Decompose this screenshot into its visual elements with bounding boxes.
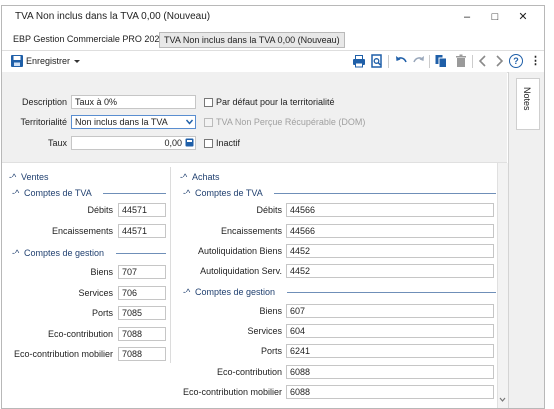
achats-autoliq-serv-label: Autoliquidation Serv.: [200, 266, 282, 276]
rate-input[interactable]: 0,00: [71, 136, 196, 150]
title-bar: TVA Non inclus dans la TVA 0,00 (Nouveau…: [2, 6, 544, 28]
inactive-checkbox[interactable]: [204, 139, 213, 148]
achats-ports-input[interactable]: 6241: [286, 344, 494, 358]
ventes-biens-input[interactable]: 707: [118, 265, 166, 279]
window-title: TVA Non inclus dans la TVA 0,00 (Nouveau…: [15, 11, 211, 22]
document-window: TVA Non inclus dans la TVA 0,00 (Nouveau…: [1, 5, 545, 409]
toolbar: Enregistrer ? ⋮: [2, 51, 544, 73]
achats-encaissements-label: Encaissements: [220, 226, 282, 236]
tab-ebp-gestion[interactable]: EBP Gestion Commerciale PRO 2021: [9, 32, 168, 46]
ventes-encaissements-label: Encaissements: [51, 226, 113, 236]
achats-debits-label: Débits: [256, 205, 282, 215]
more-options-icon[interactable]: ⋮: [530, 54, 541, 67]
achats-biens-input[interactable]: 607: [286, 304, 494, 318]
achats-eco-mobilier-label: Eco-contribution mobilier: [182, 387, 282, 397]
ventes-gestion-collapse-toggle[interactable]: -^: [12, 248, 19, 258]
scroll-down-icon[interactable]: [498, 395, 507, 404]
achats-autoliq-biens-input[interactable]: 4452: [286, 244, 494, 258]
minimize-button[interactable]: –: [457, 9, 477, 25]
section-divider: [116, 253, 166, 254]
print-icon[interactable]: [352, 54, 366, 68]
ventes-eco-input[interactable]: 7088: [118, 327, 166, 341]
duplicate-icon[interactable]: [434, 54, 448, 68]
tva-non-percue-checkbox[interactable]: [204, 118, 213, 127]
toolbar-separator: [388, 55, 389, 68]
ventes-eco-label: Eco-contribution: [47, 329, 113, 339]
ventes-comptes-tva-title: Comptes de TVA: [24, 188, 92, 198]
achats-title: Achats: [192, 172, 220, 182]
territoriality-label: Territorialité: [20, 117, 67, 127]
ventes-debits-input[interactable]: 44571: [118, 203, 166, 217]
previous-icon[interactable]: [476, 54, 490, 68]
achats-encaissements-input[interactable]: 44566: [286, 224, 494, 238]
achats-biens-label: Biens: [259, 306, 282, 316]
ventes-eco-mobilier-label: Eco-contribution mobilier: [13, 349, 113, 359]
maximize-button[interactable]: □: [485, 9, 505, 25]
ventes-services-label: Services: [78, 288, 113, 298]
save-icon[interactable]: [10, 54, 24, 68]
territoriality-select[interactable]: Non inclus dans la TVA: [71, 115, 196, 129]
ventes-collapse-toggle[interactable]: -^: [9, 172, 16, 182]
notes-side-panel: Notes: [508, 72, 544, 408]
save-button[interactable]: Enregistrer: [26, 56, 70, 66]
ventes-eco-mobilier-input[interactable]: 7088: [118, 347, 166, 361]
default-territoriality-checkbox[interactable]: [204, 98, 213, 107]
ventes-ports-input[interactable]: 7085: [118, 306, 166, 320]
achats-gestion-collapse-toggle[interactable]: -^: [183, 287, 190, 297]
tab-current-document[interactable]: TVA Non inclus dans la TVA 0,00 (Nouveau…: [159, 32, 345, 48]
inactive-label: Inactif: [216, 138, 241, 148]
achats-autoliq-biens-label: Autoliquidation Biens: [197, 246, 282, 256]
delete-icon[interactable]: [454, 54, 468, 68]
print-preview-icon[interactable]: [370, 54, 384, 68]
chevron-down-icon[interactable]: [72, 56, 82, 66]
ventes-title: Ventes: [21, 172, 49, 182]
ventes-encaissements-input[interactable]: 44571: [118, 224, 166, 238]
dropdown-arrow-icon[interactable]: [185, 117, 194, 126]
description-label: Description: [21, 97, 67, 107]
notes-tab-label: Notes: [522, 87, 532, 111]
achats-comptes-gestion-title: Comptes de gestion: [195, 287, 276, 297]
ventes-ports-label: Ports: [91, 308, 113, 318]
ventes-tva-collapse-toggle[interactable]: -^: [12, 188, 19, 198]
section-divider: [274, 193, 496, 194]
calculator-icon[interactable]: [185, 138, 194, 147]
achats-eco-mobilier-input[interactable]: 6088: [286, 385, 494, 399]
achats-eco-label: Eco-contribution: [216, 367, 282, 377]
achats-eco-input[interactable]: 6088: [286, 365, 494, 379]
close-button[interactable]: ✕: [513, 9, 533, 25]
notes-tab[interactable]: Notes: [516, 78, 540, 130]
achats-collapse-toggle[interactable]: -^: [180, 172, 187, 182]
achats-ports-label: Ports: [260, 346, 282, 356]
achats-debits-input[interactable]: 44566: [286, 203, 494, 217]
achats-tva-collapse-toggle[interactable]: -^: [183, 188, 190, 198]
help-icon[interactable]: ?: [509, 54, 523, 68]
default-territoriality-label: Par défaut pour la territorialité: [216, 97, 335, 107]
accounts-section: -^ Ventes -^ Comptes de TVA Débits 44571…: [2, 162, 508, 408]
ventes-services-input[interactable]: 706: [118, 286, 166, 300]
achats-comptes-tva-title: Comptes de TVA: [195, 188, 263, 198]
tva-non-percue-label: TVA Non Perçue Récupérable (DOM): [216, 117, 366, 127]
section-divider: [287, 292, 496, 293]
toolbar-separator: [429, 55, 430, 68]
ventes-comptes-gestion-title: Comptes de gestion: [24, 248, 105, 258]
redo-icon[interactable]: [412, 54, 426, 68]
column-separator: [170, 167, 171, 363]
ventes-debits-label: Débits: [87, 205, 113, 215]
achats-services-label: Services: [247, 326, 282, 336]
next-icon[interactable]: [492, 54, 506, 68]
vertical-scrollbar[interactable]: [497, 163, 508, 408]
toolbar-separator: [472, 55, 473, 68]
achats-services-input[interactable]: 604: [286, 324, 494, 338]
form-area: Description Taux à 0% Territorialité Non…: [2, 72, 508, 408]
undo-icon[interactable]: [394, 54, 408, 68]
achats-autoliq-serv-input[interactable]: 4452: [286, 264, 494, 278]
tab-strip: EBP Gestion Commerciale PRO 2021 TVA Non…: [2, 29, 544, 51]
description-input[interactable]: Taux à 0%: [71, 95, 196, 109]
ventes-biens-label: Biens: [90, 267, 113, 277]
section-divider: [103, 193, 166, 194]
rate-label: Taux: [47, 138, 67, 148]
